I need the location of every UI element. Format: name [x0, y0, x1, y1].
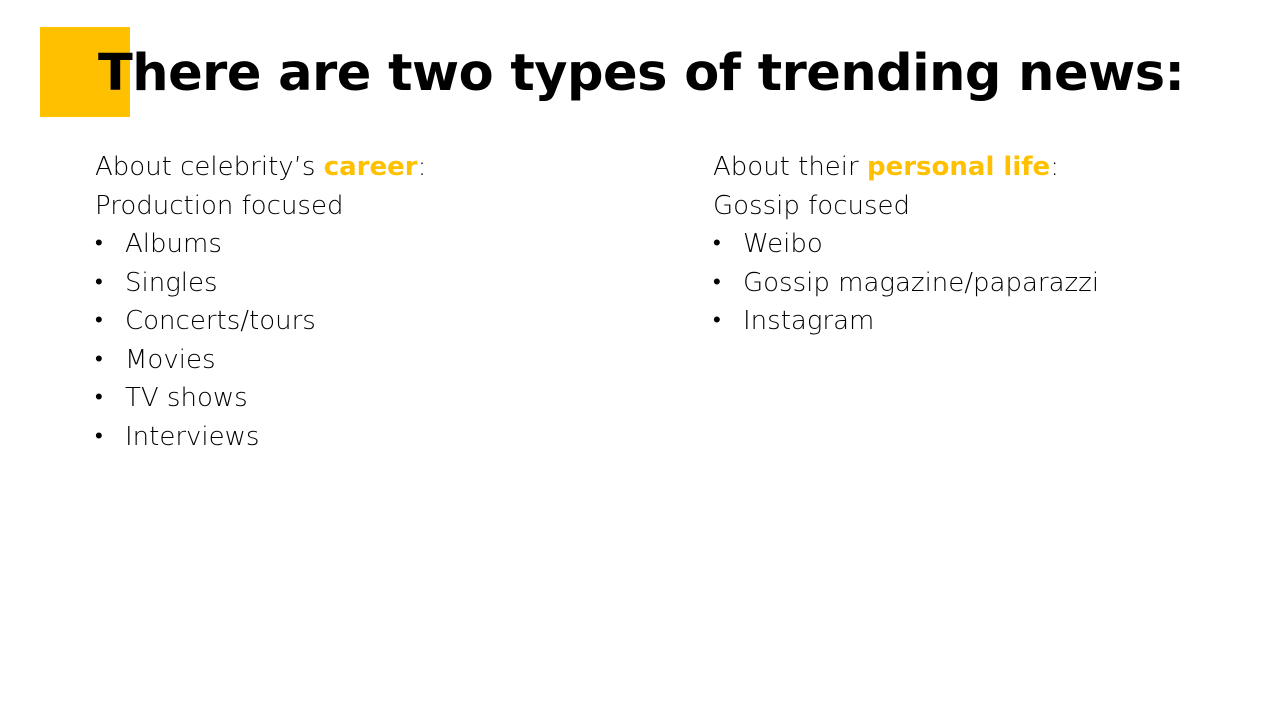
list-item-label: Singles: [125, 267, 218, 298]
personal-life-heading-prefix: About their: [713, 152, 867, 182]
list-item-label: Instagram: [743, 306, 875, 336]
career-highlight: career: [323, 152, 418, 182]
list-item-label: Gossip magazine/paparazzi: [743, 267, 1100, 298]
personal-life-subheading: Gossip focused: [713, 190, 911, 221]
list-item: • TV shows: [95, 379, 655, 418]
list-item: • Weibo: [713, 225, 1253, 264]
career-list: • Albums • Singles • Concerts/tours • Movies…: [95, 225, 655, 456]
bullet-icon: •: [713, 269, 721, 295]
slide-title: There are two types of trending news:: [98, 44, 1185, 103]
list-item-label: Movies: [125, 344, 216, 375]
personal-life-highlight: personal life: [866, 152, 1051, 182]
personal-life-heading-suffix: :: [1050, 152, 1059, 182]
career-heading-prefix: About celebrity’s: [95, 152, 324, 182]
career-heading: About celebrity’s career:: [95, 148, 655, 187]
bullet-icon: •: [95, 346, 103, 372]
career-column: About celebrity’s career: Production foc…: [95, 148, 655, 456]
bullet-icon: •: [95, 308, 103, 333]
bullet-icon: •: [95, 385, 103, 410]
list-item: • Singles: [95, 264, 655, 303]
bullet-icon: •: [713, 231, 721, 256]
bullet-icon: •: [95, 423, 103, 449]
list-item: • Albums: [95, 225, 655, 264]
bullet-icon: •: [95, 269, 103, 295]
list-item-label: Interviews: [125, 421, 260, 452]
list-item-label: TV shows: [125, 383, 248, 413]
bullet-icon: •: [95, 231, 103, 256]
list-item: • Gossip magazine/paparazzi: [713, 264, 1253, 303]
personal-life-heading: About their personal life:: [713, 148, 1253, 187]
career-subheading: Production focused: [95, 190, 344, 221]
career-heading-suffix: :: [417, 152, 427, 182]
list-item: • Instagram: [713, 302, 1253, 341]
list-item: • Movies: [95, 341, 655, 380]
list-item: • Interviews: [95, 418, 655, 457]
list-item: • Concerts/tours: [95, 302, 655, 341]
list-item-label: Weibo: [743, 229, 823, 259]
list-item-label: Concerts/tours: [125, 306, 316, 336]
personal-life-list: • Weibo • Gossip magazine/paparazzi • Insta…: [713, 225, 1253, 341]
bullet-icon: •: [713, 308, 721, 333]
list-item-label: Albums: [125, 229, 222, 259]
personal-life-column: About their personal life: Gossip focuse…: [713, 148, 1253, 341]
